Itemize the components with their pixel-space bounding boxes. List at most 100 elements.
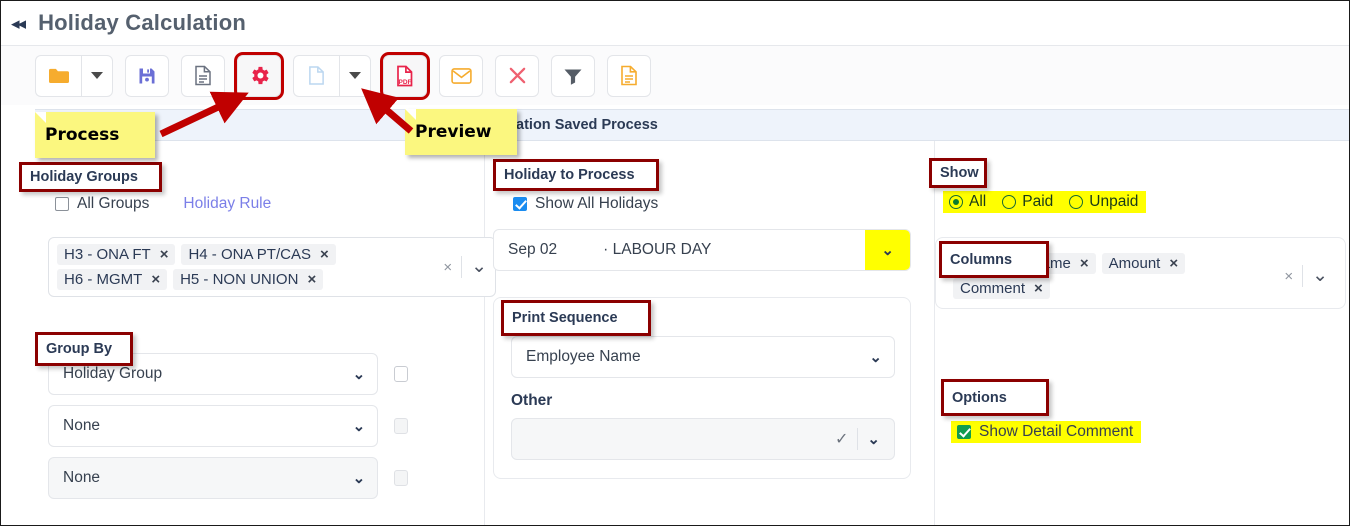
radio-unpaid[interactable]	[1069, 195, 1084, 209]
delete-button[interactable]	[495, 54, 539, 97]
all-groups-checkbox[interactable]	[55, 197, 69, 211]
clear-all-icon[interactable]: ×	[443, 259, 452, 276]
group-by-value-1: Holiday Group	[63, 365, 163, 382]
show-columns-options-column: All Paid Unpaid Employee Name × Amo	[935, 141, 1349, 525]
print-sequence-select[interactable]: Employee Name ⌄	[511, 336, 895, 378]
chip-remove-icon[interactable]: ×	[307, 271, 316, 288]
callout-show: Show	[929, 158, 987, 188]
holiday-select-chevron-highlight[interactable]: ⌄	[865, 230, 910, 270]
options-label: Options	[952, 389, 1007, 406]
chip-remove-icon[interactable]: ×	[1080, 255, 1089, 272]
new-page-dropdown-button[interactable]	[339, 54, 371, 97]
pdf-icon: PDF	[397, 65, 413, 86]
chip[interactable]: Comment ×	[953, 278, 1050, 299]
chip[interactable]: H4 - ONA PT/CAS ×	[181, 244, 336, 265]
show-option-unpaid-label: Unpaid	[1089, 193, 1139, 210]
collapse-panel-icon[interactable]: ◂◂	[11, 15, 26, 32]
new-page-button[interactable]	[293, 54, 339, 97]
document-lines-icon	[195, 65, 211, 86]
radio-paid[interactable]	[1002, 195, 1017, 209]
email-button[interactable]	[439, 54, 483, 97]
open-folder-button[interactable]	[35, 54, 81, 97]
chip-remove-icon[interactable]: ×	[151, 271, 160, 288]
toolbar-group-new	[293, 54, 371, 97]
title-bar: ◂◂ Holiday Calculation	[1, 1, 1349, 45]
group-by-checkbox-1[interactable]	[394, 366, 408, 382]
export-document-button[interactable]	[607, 54, 651, 97]
other-label: Other	[511, 392, 553, 409]
all-groups-checkbox-row[interactable]: All Groups	[55, 195, 149, 213]
process-button[interactable]	[234, 51, 284, 100]
group-by-value-3: None	[63, 469, 101, 486]
holiday-groups-label: Holiday Groups	[30, 169, 138, 185]
x-close-icon	[509, 67, 525, 84]
toolbar-group-email	[439, 54, 483, 97]
holiday-select[interactable]: Sep 02 · LABOUR DAY ⌄	[493, 229, 911, 271]
main-content: All Groups Holiday Rule H3 - ONA FT × H4…	[35, 141, 1349, 525]
show-detail-comment-label: Show Detail Comment	[979, 423, 1134, 440]
callout-group-by: Group By	[35, 332, 133, 366]
confirm-check-icon[interactable]: ✓	[835, 429, 848, 449]
chip[interactable]: H3 - ONA FT ×	[57, 244, 176, 265]
chip[interactable]: H5 - NON UNION ×	[173, 269, 324, 290]
save-button[interactable]	[125, 54, 169, 97]
pdf-label: PDF	[399, 79, 412, 86]
filter-button[interactable]	[551, 54, 595, 97]
show-radio-group[interactable]: All Paid Unpaid	[943, 191, 1147, 213]
group-by-label: Group By	[46, 341, 113, 357]
page-title: Holiday Calculation	[38, 10, 247, 35]
show-option-paid-label: Paid	[1022, 193, 1054, 210]
all-groups-label: All Groups	[77, 195, 150, 212]
holiday-to-process-label: Holiday to Process	[504, 167, 635, 183]
show-all-holidays-checkbox[interactable]	[513, 197, 527, 211]
chip[interactable]: Amount ×	[1101, 253, 1186, 274]
chip-label: H6 - MGMT	[64, 271, 143, 288]
holiday-groups-chipbox[interactable]: H3 - ONA FT × H4 - ONA PT/CAS × H6 - MGM…	[48, 237, 496, 297]
group-by-checkbox-2[interactable]	[394, 418, 408, 434]
open-folder-dropdown-button[interactable]	[81, 54, 113, 97]
chip-label: H4 - ONA PT/CAS	[188, 246, 311, 263]
chip-remove-icon[interactable]: ×	[160, 246, 169, 263]
chevron-down-icon: ⌄	[352, 418, 366, 435]
radio-all[interactable]	[949, 195, 963, 209]
chip-remove-icon[interactable]: ×	[320, 246, 329, 263]
show-label: Show	[940, 165, 979, 181]
toolbar-group-report	[181, 54, 225, 97]
callout-holiday-groups: Holiday Groups	[19, 162, 162, 192]
toolbar-group-process	[234, 51, 284, 100]
saved-process-banner: Holiday Calculation Saved Process	[35, 109, 1349, 141]
process-sticky-note: Process	[35, 112, 155, 158]
toolbar-group-open	[35, 54, 113, 97]
group-by-checkbox-3[interactable]	[394, 470, 408, 486]
show-option-all[interactable]: All	[949, 193, 986, 211]
group-by-select-2[interactable]: None ⌄	[48, 405, 379, 447]
chevron-down-icon[interactable]: ⌄	[867, 430, 880, 448]
chevron-down-icon: ⌄	[352, 470, 366, 487]
chip-remove-icon[interactable]: ×	[1169, 255, 1178, 272]
chip-label: H5 - NON UNION	[180, 271, 299, 288]
funnel-icon	[564, 69, 582, 85]
chevron-down-icon[interactable]: ⌄	[1312, 266, 1328, 285]
holiday-select-name: · LABOUR DAY	[603, 241, 712, 258]
chip-remove-icon[interactable]: ×	[1034, 280, 1043, 297]
show-option-paid[interactable]: Paid	[1002, 193, 1053, 211]
report-button[interactable]	[181, 54, 225, 97]
chevron-down-icon: ⌄	[869, 349, 882, 366]
show-option-unpaid[interactable]: Unpaid	[1069, 193, 1138, 211]
print-sequence-value: Employee Name	[526, 348, 641, 365]
other-input[interactable]: ✓ ⌄	[511, 418, 895, 460]
show-detail-comment-checkbox[interactable]	[957, 425, 971, 439]
chevron-down-icon	[91, 72, 103, 79]
show-detail-comment-row[interactable]: Show Detail Comment	[951, 421, 1142, 443]
chevron-down-icon	[349, 72, 361, 79]
show-all-holidays-row[interactable]: Show All Holidays	[513, 195, 658, 213]
chip[interactable]: H6 - MGMT ×	[57, 269, 168, 290]
preview-pdf-button[interactable]: PDF	[380, 51, 430, 100]
holiday-rule-link[interactable]: Holiday Rule	[183, 195, 271, 213]
clear-all-icon[interactable]: ×	[1284, 268, 1293, 285]
chipbox-tools: × ⌄	[1280, 265, 1328, 287]
group-by-select-3[interactable]: None ⌄	[48, 457, 379, 499]
callout-columns: Columns	[939, 241, 1049, 278]
divider	[857, 428, 859, 450]
divider	[1302, 265, 1304, 287]
